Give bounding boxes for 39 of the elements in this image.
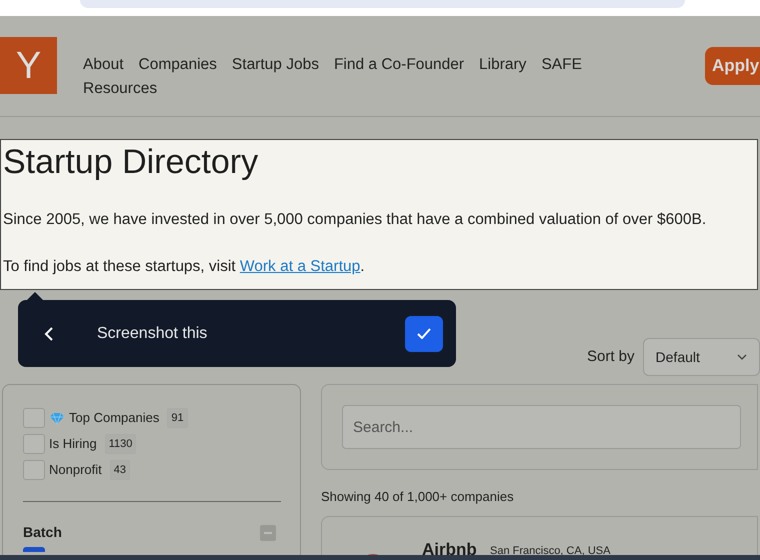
results-count: Showing 40 of 1,000+ companies: [321, 488, 515, 506]
nav-link[interactable]: Find a Co-Founder: [334, 53, 464, 77]
page-title: Startup Directory: [3, 142, 260, 183]
intro-text: Since 2005, we have invested in over 5,000 companies that have a combined valuation of over $600B.: [3, 210, 708, 230]
checkbox[interactable]: [23, 434, 45, 454]
filter-label: Is Hiring: [49, 435, 97, 454]
batch-heading: Batch: [23, 523, 62, 542]
filter-count: 91: [167, 408, 188, 428]
check-icon: [417, 328, 431, 339]
popup-label: Screenshot this: [97, 324, 208, 344]
filter-count: 43: [110, 460, 130, 480]
sort-label: Sort by: [587, 346, 635, 367]
nav-link[interactable]: About: [83, 53, 124, 77]
minus-icon: [264, 532, 272, 534]
sort-select[interactable]: Default: [642, 338, 760, 376]
nav-link[interactable]: SAFE: [541, 53, 582, 77]
apply-button[interactable]: Apply: [705, 47, 760, 85]
nav-link[interactable]: Library: [479, 53, 526, 77]
diamond-icon: [49, 412, 65, 424]
nav-link[interactable]: Resources: [83, 77, 158, 101]
chevron-down-icon: [737, 354, 747, 360]
logo[interactable]: Y: [0, 37, 57, 94]
nav-link[interactable]: Companies: [138, 53, 217, 77]
collapse-button[interactable]: [260, 524, 276, 540]
filter-label: Top Companies: [69, 409, 160, 428]
company-location: San Francisco, CA, USA: [490, 544, 610, 558]
work-at-a-startup-link[interactable]: Work at a Startup: [240, 258, 360, 276]
checkbox[interactable]: [23, 547, 45, 552]
jobs-text: To find jobs at these startups, visit Work at a Startup.: [3, 257, 366, 278]
nav-link[interactable]: Startup Jobs: [232, 53, 319, 77]
filter-count: 1130: [104, 434, 136, 454]
company-name: Airbnb: [422, 538, 477, 560]
filter-label: Nonprofit: [49, 461, 102, 480]
back-icon[interactable]: [44, 326, 54, 342]
address-bar[interactable]: [80, 0, 685, 8]
checkbox[interactable]: [23, 408, 45, 428]
search-field[interactable]: Search...: [342, 405, 741, 449]
confirm-button[interactable]: [405, 316, 443, 352]
checkbox[interactable]: [23, 460, 45, 480]
